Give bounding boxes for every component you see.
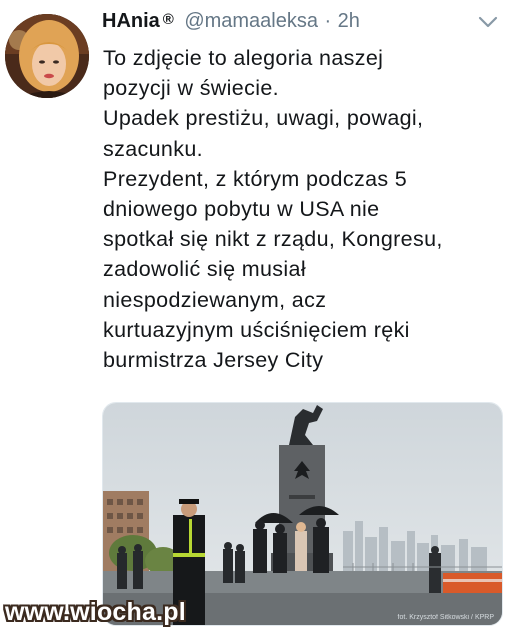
avatar[interactable] [5, 14, 89, 98]
author-name[interactable]: HAnia [102, 10, 160, 32]
author-handle[interactable]: @mamaaleksa [184, 10, 318, 32]
site-watermark: www.wiocha.pl [5, 598, 186, 626]
tweet-header: HAnia ® @mamaaleksa · 2h [102, 10, 502, 40]
tweet-text-line: niespodziewanym, acz [103, 287, 327, 312]
tweet-text-line: kurtuazyjnym uściśnięciem ręki [103, 317, 410, 342]
registered-mark: ® [162, 11, 174, 28]
tweet-text-line: pozycji w świecie. [103, 76, 279, 101]
separator-dot: · [324, 10, 332, 32]
tweet-text-line: Upadek prestiżu, uwagi, powagi, [103, 106, 424, 131]
tweet-text-line: zadowolić się musiał [103, 257, 306, 282]
timestamp[interactable]: 2h [338, 10, 360, 32]
chevron-down-icon[interactable] [477, 14, 499, 30]
tweet-text-line: To zdjęcie to alegoria naszej [103, 46, 384, 70]
tweet-text-line: Prezydent, z którym podczas 5 [103, 166, 408, 191]
tweet-text-line: spotkał się nikt z rządu, Kongresu, [103, 227, 443, 252]
tweet-text-line: szacunku. [103, 136, 203, 161]
tweet: HAnia ® @mamaaleksa · 2h To zdjęcie to al… [0, 0, 509, 640]
photo-credit: fot. Krzysztof Sitkowski / KPRP [397, 614, 494, 621]
tweet-text: To zdjęcie to alegoria naszej pozycji w … [103, 43, 503, 375]
tweet-photo[interactable]: fot. Krzysztof Sitkowski / KPRP [102, 402, 503, 626]
tweet-text-line: dniowego pobytu w USA nie [103, 197, 380, 222]
tweet-text-line: burmistrza Jersey City [103, 348, 324, 373]
